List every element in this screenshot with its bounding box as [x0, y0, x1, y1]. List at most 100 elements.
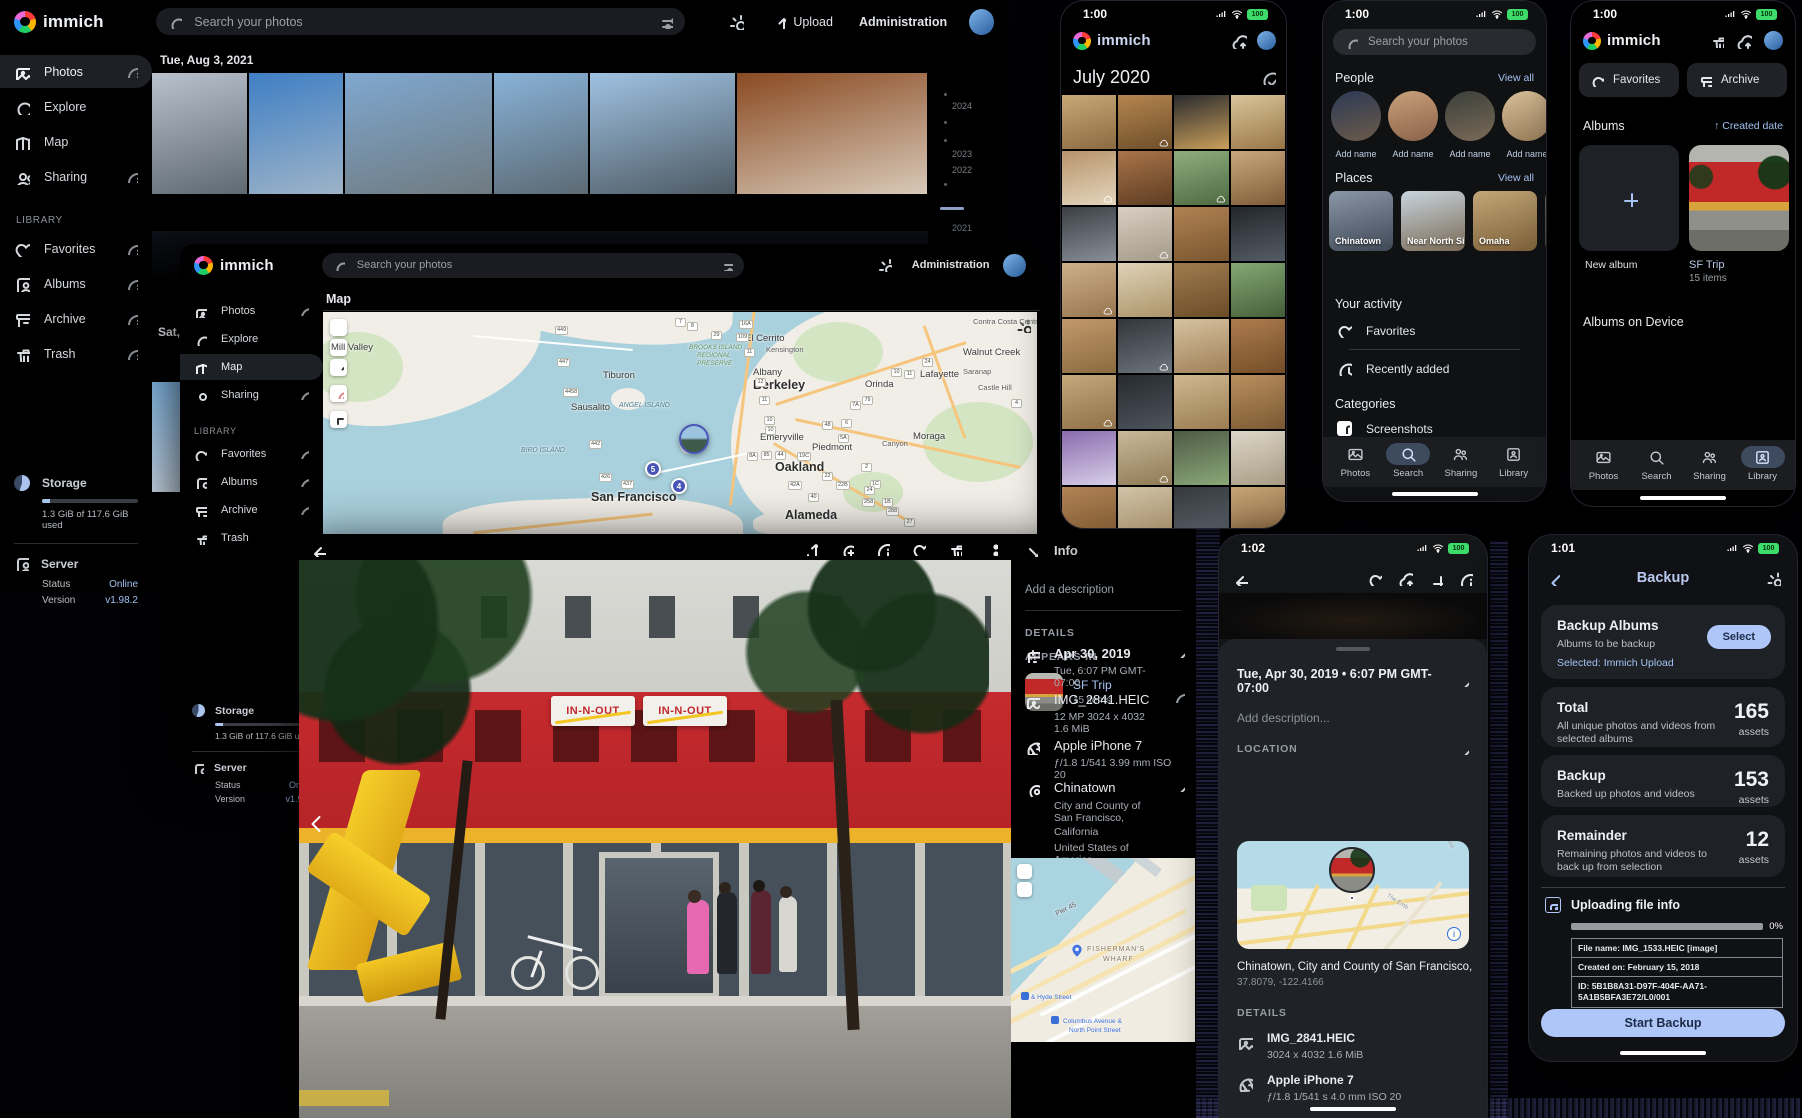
person-face[interactable]: [1445, 91, 1495, 141]
search-input[interactable]: [192, 14, 649, 30]
backup-cloud-icon[interactable]: [1736, 33, 1752, 49]
sidebar-item-archive[interactable]: Archive: [0, 302, 152, 335]
sidebar-item-sharing[interactable]: Sharing: [180, 382, 323, 408]
edit-location-icon[interactable]: [1457, 743, 1469, 755]
timeline-year-label[interactable]: 2024: [952, 101, 972, 111]
administration-link[interactable]: Administration: [912, 259, 990, 271]
photo-thumbnail[interactable]: [1118, 319, 1172, 373]
favorites-button[interactable]: Favorites: [1579, 63, 1679, 97]
start-backup-button[interactable]: Start Backup: [1541, 1009, 1785, 1037]
recently-added-item[interactable]: Recently added: [1337, 361, 1449, 376]
delete-icon[interactable]: [948, 542, 962, 556]
immich-logo[interactable]: immich: [194, 256, 308, 275]
map-location-button[interactable]: [330, 385, 347, 402]
photo-thumbnail[interactable]: [1231, 263, 1285, 317]
photo-thumbnail[interactable]: [1118, 375, 1172, 429]
map-photo-marker[interactable]: [679, 424, 709, 454]
photo-thumbnail[interactable]: [737, 73, 927, 194]
places-view-all[interactable]: View all: [1498, 172, 1534, 184]
nav-item-library[interactable]: Library: [1487, 443, 1540, 479]
photo-thumbnail[interactable]: [1174, 375, 1228, 429]
search-bar[interactable]: Search your photos: [1333, 29, 1536, 55]
immich-logo[interactable]: immich: [14, 11, 138, 33]
map-fullscreen-button[interactable]: [330, 411, 347, 428]
place-tile[interactable]: Near North Side: [1401, 191, 1465, 251]
person-face[interactable]: [1331, 91, 1381, 141]
nav-item-photos[interactable]: Photos: [1329, 443, 1382, 479]
administration-link[interactable]: Administration: [859, 15, 947, 29]
sidebar-item-albums[interactable]: Albums: [180, 469, 323, 495]
photo-thumbnail[interactable]: [1174, 319, 1228, 373]
photo-thumbnail[interactable]: [1174, 207, 1228, 261]
photo-thumbnail[interactable]: [1062, 95, 1116, 149]
back-icon[interactable]: [1233, 571, 1248, 586]
backup-cloud-icon[interactable]: [1231, 33, 1247, 49]
photo-thumbnail[interactable]: [1231, 487, 1285, 529]
photo-thumbnail[interactable]: [1231, 375, 1285, 429]
back-chevron-icon[interactable]: [1545, 571, 1560, 586]
avatar[interactable]: [969, 9, 994, 35]
nav-item-library[interactable]: Library: [1736, 446, 1789, 482]
place-tile[interactable]: Omaha: [1473, 191, 1537, 251]
map-compass-button[interactable]: [330, 359, 347, 376]
share-icon[interactable]: [804, 542, 818, 556]
settings-gear-icon[interactable]: [1766, 571, 1781, 586]
upload-button[interactable]: Upload: [772, 15, 833, 29]
favorite-icon[interactable]: [1368, 572, 1382, 586]
home-indicator[interactable]: [1620, 1051, 1706, 1055]
sidebar-item-explore[interactable]: Explore: [0, 90, 152, 123]
photo-thumbnail[interactable]: [1118, 95, 1172, 149]
sidebar-item-explore[interactable]: Explore: [180, 326, 323, 352]
trash-icon[interactable]: [1710, 34, 1724, 48]
add-icon[interactable]: [1429, 572, 1443, 586]
location-map[interactable]: Pier 45 FISHERMAN'S WHARF & Hyde Street …: [1011, 858, 1195, 1042]
nav-item-sharing[interactable]: Sharing: [1435, 443, 1488, 479]
home-indicator[interactable]: [1640, 496, 1726, 500]
map-zoom-in-button[interactable]: [330, 319, 347, 336]
photo-thumbnail[interactable]: [345, 73, 492, 194]
favorite-icon[interactable]: [912, 542, 926, 556]
archive-button[interactable]: Archive: [1687, 63, 1787, 97]
place-tile[interactable]: Pi: [1545, 191, 1546, 251]
avatar[interactable]: [1003, 254, 1026, 277]
map-photo-marker[interactable]: [1329, 847, 1375, 893]
edit-date-icon[interactable]: [1173, 646, 1185, 658]
photo-thumbnail[interactable]: [1118, 263, 1172, 317]
filter-icon[interactable]: [721, 259, 733, 271]
photo-thumbnail[interactable]: [1231, 319, 1285, 373]
photo-thumbnail[interactable]: [1231, 95, 1285, 149]
location-map[interactable]: d - San Francisco Ferry Buildi The Emb i: [1237, 841, 1469, 949]
timeline-year-label[interactable]: 2022: [952, 165, 972, 175]
photo-thumbnail[interactable]: [152, 73, 247, 194]
photo-thumbnail[interactable]: [1231, 431, 1285, 485]
zoom-in-icon[interactable]: [840, 542, 854, 556]
photo-thumbnail[interactable]: [1174, 95, 1228, 149]
home-indicator[interactable]: [1310, 1107, 1396, 1111]
screenshots-item[interactable]: Screenshots: [1337, 421, 1433, 436]
sidebar-item-map[interactable]: Map: [0, 125, 152, 158]
timeline-year-label[interactable]: 2021: [952, 223, 972, 233]
place-tile[interactable]: Chinatown: [1329, 191, 1393, 251]
add-name-label[interactable]: Add name: [1502, 149, 1547, 159]
sidebar-item-trash[interactable]: Trash: [0, 337, 152, 370]
edit-date-icon[interactable]: [1457, 675, 1469, 687]
photo-thumbnail[interactable]: [1062, 263, 1116, 317]
photo-thumbnail[interactable]: [1062, 151, 1116, 205]
photo-thumbnail[interactable]: [249, 73, 343, 194]
previous-photo-chevron[interactable]: [305, 812, 327, 834]
photo-thumbnail[interactable]: [590, 73, 735, 194]
theme-toggle-icon[interactable]: [729, 14, 744, 30]
theme-toggle-icon[interactable]: [878, 258, 892, 272]
new-album-card[interactable]: [1579, 145, 1679, 251]
photo-thumbnail[interactable]: [1118, 431, 1172, 485]
home-indicator[interactable]: [1392, 492, 1478, 496]
nav-item-photos[interactable]: Photos: [1577, 446, 1630, 482]
map-cluster-marker[interactable]: 4: [671, 478, 687, 494]
map-zoom-out-button[interactable]: [1017, 882, 1032, 897]
search-bar[interactable]: [156, 8, 685, 35]
search-bar[interactable]: [322, 253, 744, 278]
nav-item-sharing[interactable]: Sharing: [1683, 446, 1736, 482]
photo-thumbnail[interactable]: [1062, 207, 1116, 261]
person-face[interactable]: [1388, 91, 1438, 141]
map-info-icon[interactable]: i: [1447, 927, 1461, 941]
